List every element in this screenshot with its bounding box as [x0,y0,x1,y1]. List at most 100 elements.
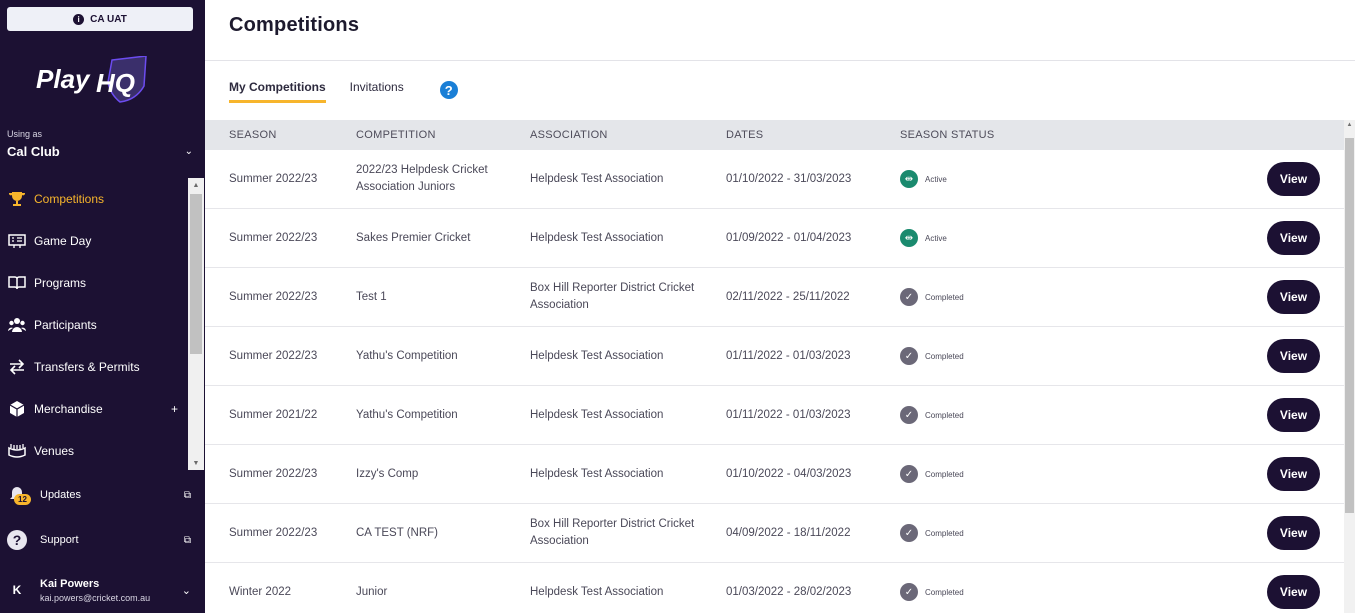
sidebar-item-game-day[interactable]: Game Day [0,220,188,262]
organisation-switcher[interactable]: Cal Club ⌄ [7,144,193,159]
cell-status: ✓ Completed [900,465,1100,483]
environment-selector[interactable]: i CA UAT [7,7,193,31]
scoreboard-icon [7,231,27,251]
support-link[interactable]: ? Support ⧉ [7,529,193,551]
cell-competition: Yathu's Competition [356,408,458,421]
sidebar-item-competitions[interactable]: Competitions [0,178,188,220]
organisation-name: Cal Club [7,144,60,159]
sidebar-item-label: Programs [34,276,87,290]
table-row: Summer 2022/23 CA TEST (NRF) Box Hill Re… [205,504,1344,563]
updates-count-badge: 12 [14,494,31,505]
cell-dates: 02/11/2022 - 25/11/2022 [726,291,850,303]
sidebar-item-label: Venues [34,444,75,458]
scroll-up-arrow-icon[interactable]: ▲ [1344,122,1355,128]
playhq-logo[interactable]: Play HQ [36,56,148,104]
view-button[interactable]: View [1267,162,1320,196]
check-circle-icon: ✓ [900,288,918,306]
user-email: kai.powers@cricket.com.au [40,592,151,603]
logo-play-text: Play [36,64,91,94]
cell-status: ✓ Completed [900,583,1100,601]
cell-association: Helpdesk Test Association [530,585,664,598]
cell-status: ✓ Completed [900,288,1100,306]
scrollbar-thumb[interactable] [1345,138,1354,513]
sidebar-item-transfers[interactable]: Transfers & Permits [0,346,188,388]
check-circle-icon: ✓ [900,524,918,542]
status-label: Completed [925,528,964,538]
cell-dates: 01/11/2022 - 01/03/2023 [726,409,851,421]
status-label: Active [925,233,947,243]
expand-plus-icon[interactable]: + [171,402,178,416]
cell-season: Summer 2022/23 [229,291,318,303]
updates-link[interactable]: 12 Updates ⧉ [7,484,193,506]
check-circle-icon: ✓ [900,465,918,483]
status-label: Completed [925,469,964,479]
cell-dates: 01/03/2022 - 28/02/2023 [726,586,852,598]
cell-competition: Yathu's Competition [356,349,458,362]
status-label: Completed [925,410,964,420]
check-circle-icon: ✓ [900,406,918,424]
trophy-icon [7,189,27,209]
active-status-icon: ⇹ [900,170,918,188]
column-header-season[interactable]: SEASON [205,129,356,141]
cell-season: Summer 2022/23 [229,468,318,480]
table-row: Summer 2022/23 Sakes Premier Cricket Hel… [205,209,1344,268]
box-icon [7,399,27,419]
tab-invitations[interactable]: Invitations [350,80,404,100]
cell-dates: 01/09/2022 - 01/04/2023 [726,232,852,244]
table-header: SEASON COMPETITION ASSOCIATION DATES SEA… [205,120,1344,150]
cell-competition: Test 1 [356,290,387,303]
user-menu[interactable]: K Kai Powers kai.powers@cricket.com.au ⌄ [7,576,193,604]
cell-dates: 04/09/2022 - 18/11/2022 [726,527,851,539]
sidebar-item-merchandise[interactable]: Merchandise + [0,388,188,430]
sidebar-item-venues[interactable]: Venues [0,430,188,470]
view-button[interactable]: View [1267,221,1320,255]
table-row: Winter 2022 Junior Helpdesk Test Associa… [205,563,1344,613]
tab-my-competitions[interactable]: My Competitions [229,80,326,103]
chevron-down-icon: ⌄ [181,584,191,597]
help-icon[interactable]: ? [439,81,458,99]
column-header-dates[interactable]: DATES [726,129,900,141]
column-header-season-status[interactable]: SEASON STATUS [900,129,1100,141]
scroll-down-arrow-icon[interactable]: ▼ [188,456,204,470]
cell-status: ⇹ Active [900,229,1100,247]
sidebar-item-label: Transfers & Permits [34,360,140,374]
view-button[interactable]: View [1267,575,1320,609]
sidebar-item-participants[interactable]: Participants [0,304,188,346]
external-link-icon: ⧉ [183,534,191,546]
view-button[interactable]: View [1267,339,1320,373]
chevron-down-icon: ⌄ [184,146,193,157]
main-scrollbar[interactable]: ▲ [1344,120,1355,613]
transfer-icon [7,357,27,377]
sidebar-item-label: Competitions [34,192,105,206]
cell-season: Summer 2022/23 [229,527,318,539]
view-button[interactable]: View [1267,280,1320,314]
svg-text:?: ? [13,532,22,548]
column-header-association[interactable]: ASSOCIATION [530,127,726,144]
cell-dates: 01/10/2022 - 04/03/2023 [726,468,852,480]
divider [205,60,1355,61]
table-row: Summer 2022/23 2022/23 Helpdesk Cricket … [205,150,1344,209]
scrollbar-thumb[interactable] [190,194,202,354]
cell-dates: 01/11/2022 - 01/03/2023 [726,350,851,362]
external-link-icon: ⧉ [183,489,191,501]
sidebar-item-programs[interactable]: Programs [0,262,188,304]
help-circle-icon: ? [7,530,27,550]
cell-association: Box Hill Reporter District Cricket Assoc… [530,282,695,311]
sidebar-scrollbar[interactable]: ▲ ▼ [188,178,204,470]
cell-association: Helpdesk Test Association [530,467,664,480]
logo-hq-text: HQ [96,68,135,98]
people-icon [7,315,27,335]
competitions-table: SEASON COMPETITION ASSOCIATION DATES SEA… [205,120,1344,613]
status-label: Active [925,174,947,184]
cell-season: Summer 2022/23 [229,350,318,362]
cell-competition: Izzy's Comp [356,467,419,480]
using-as-label: Using as [7,129,43,139]
column-header-competition[interactable]: COMPETITION [356,127,530,144]
table-row: Summer 2022/23 Yathu's Competition Helpd… [205,327,1344,386]
main-content: Competitions My Competitions Invitations… [205,0,1355,613]
view-button[interactable]: View [1267,457,1320,491]
view-button[interactable]: View [1267,516,1320,550]
cell-season: Summer 2021/22 [229,409,318,421]
scroll-up-arrow-icon[interactable]: ▲ [188,178,204,192]
view-button[interactable]: View [1267,398,1320,432]
